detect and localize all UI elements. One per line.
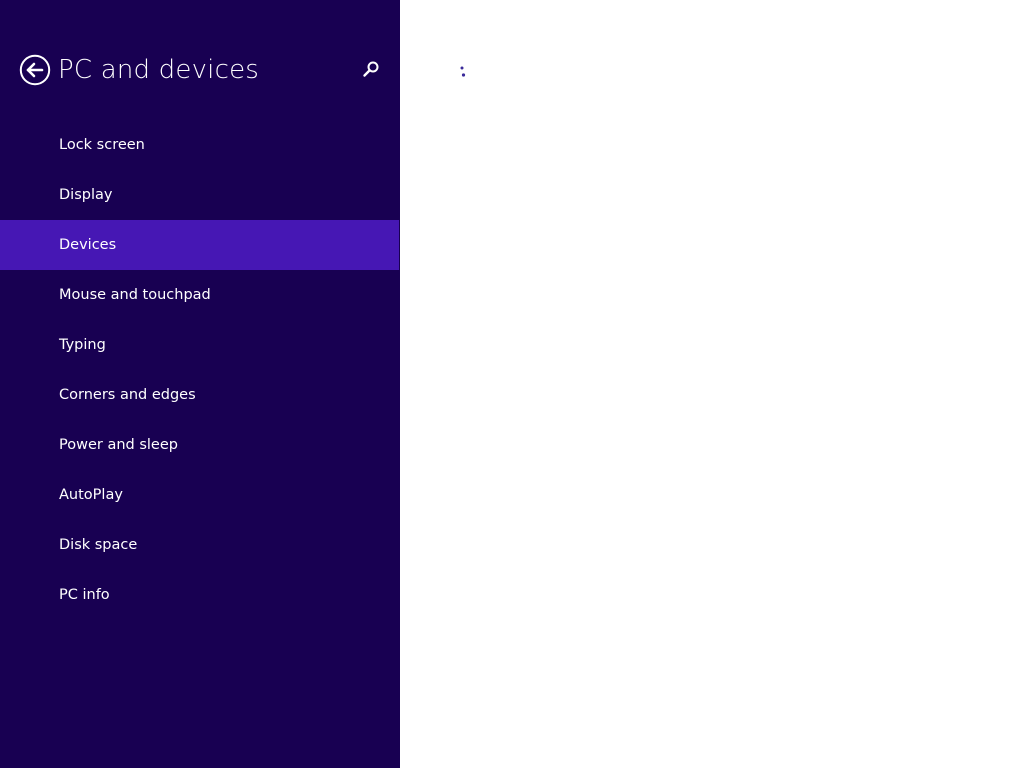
sidebar-item-disk-space[interactable]: Disk space: [0, 520, 399, 570]
sidebar-item-label: AutoPlay: [59, 487, 123, 503]
sidebar-item-pc-info[interactable]: PC info: [0, 570, 399, 620]
sidebar-item-label: Mouse and touchpad: [59, 287, 211, 303]
sidebar-item-autoplay[interactable]: AutoPlay: [0, 470, 399, 520]
sidebar-item-label: Display: [59, 187, 113, 203]
sidebar-item-label: Disk space: [59, 537, 138, 553]
sidebar-item-typing[interactable]: Typing: [0, 320, 399, 370]
sidebar-item-label: Power and sleep: [59, 437, 178, 453]
content-pane: [400, 0, 1024, 768]
back-button[interactable]: [19, 54, 51, 86]
sidebar-header: PC and devices: [0, 0, 400, 140]
back-arrow-circle-icon: [19, 54, 51, 86]
sidebar-item-display[interactable]: Display: [0, 170, 399, 220]
sidebar-item-corners-and-edges[interactable]: Corners and edges: [0, 370, 399, 420]
search-button[interactable]: [359, 58, 383, 82]
loading-indicator: [458, 64, 472, 80]
sidebar-item-mouse-and-touchpad[interactable]: Mouse and touchpad: [0, 270, 399, 320]
sidebar-item-label: Devices: [59, 237, 117, 253]
sidebar-item-lock-screen[interactable]: Lock screen: [0, 120, 399, 170]
search-icon: [363, 61, 379, 77]
sidebar-item-label: PC info: [59, 587, 110, 603]
sidebar-item-label: Typing: [59, 337, 106, 353]
settings-sidebar: PC and devices Lock screen Display Devic…: [0, 0, 400, 768]
sidebar-nav-list: Lock screen Display Devices Mouse and to…: [0, 120, 400, 620]
sidebar-item-devices[interactable]: Devices: [0, 220, 399, 270]
sidebar-item-label: Corners and edges: [59, 387, 196, 403]
loading-dots-icon: [460, 66, 466, 77]
sidebar-item-label: Lock screen: [59, 137, 145, 153]
sidebar-item-power-and-sleep[interactable]: Power and sleep: [0, 420, 399, 470]
page-title: PC and devices: [58, 55, 260, 85]
